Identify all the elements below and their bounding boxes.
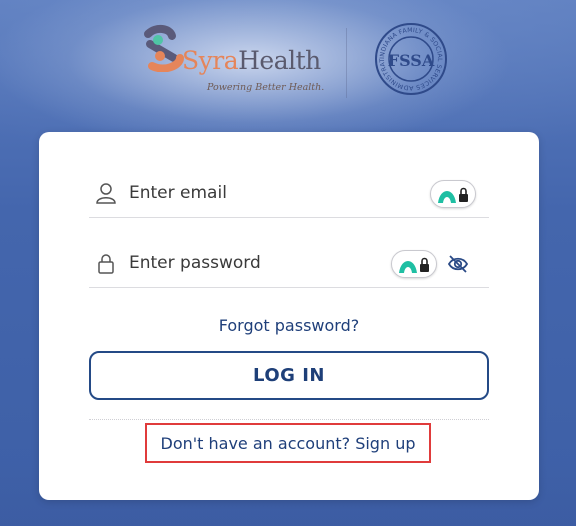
password-password-manager-button[interactable] [391, 250, 437, 278]
password-field-row [89, 240, 489, 288]
password-manager-icon [399, 257, 429, 273]
signup-link[interactable]: Don't have an account? Sign up [145, 423, 431, 463]
login-card: Forgot password? LOG IN Don't have an ac… [39, 132, 539, 500]
brand-tagline: Powering Better Health. [207, 82, 325, 93]
header-divider [346, 28, 347, 98]
seal-letters: FSSA [388, 51, 435, 70]
brand-name: SyraHealth [182, 46, 321, 75]
eye-off-icon[interactable] [447, 254, 469, 274]
email-password-manager-button[interactable] [430, 180, 476, 208]
brand-name-syra: Syra [182, 46, 239, 75]
forgot-password-link[interactable]: Forgot password? [39, 316, 539, 335]
header: SyraHealth Powering Better Health. INDIA… [0, 0, 576, 115]
password-manager-icon [438, 187, 468, 203]
user-icon [96, 183, 116, 204]
separator [89, 419, 489, 420]
fssa-seal-icon: INDIANA FAMILY & SOCIAL SERVICES ADMINIS… [374, 22, 447, 95]
email-field-row [89, 170, 489, 218]
brand-name-health: Health [238, 46, 321, 75]
email-input[interactable] [129, 178, 379, 208]
lock-icon [98, 254, 114, 274]
login-button[interactable]: LOG IN [89, 351, 489, 400]
password-input[interactable] [129, 248, 379, 278]
